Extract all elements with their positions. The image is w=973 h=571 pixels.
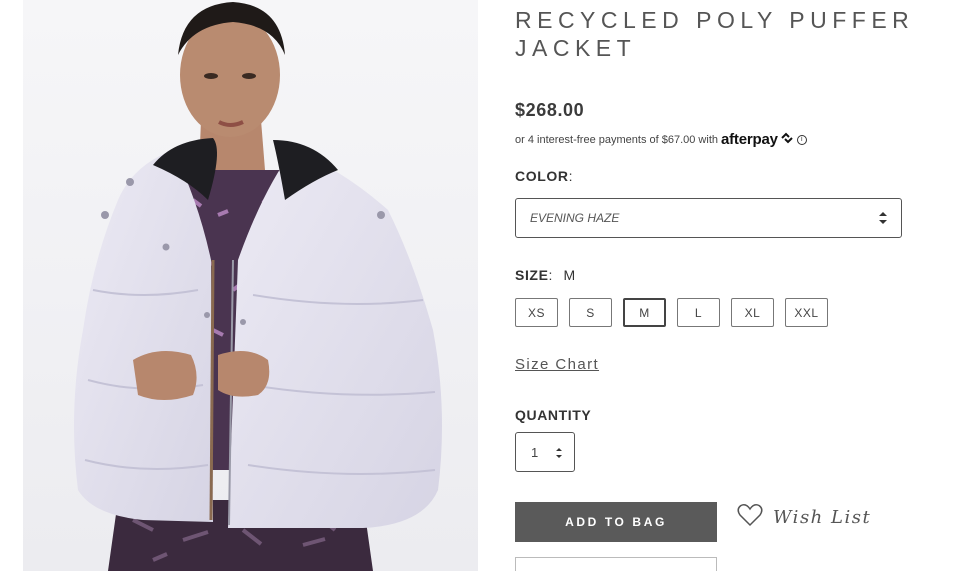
color-label-colon: :	[568, 168, 574, 184]
afterpay-logo: afterpay	[721, 131, 778, 148]
wish-list-button[interactable]: Wish List	[737, 503, 871, 532]
size-options: XS S M L XL XXL	[515, 298, 839, 327]
product-image[interactable]	[23, 0, 478, 571]
color-label: COLOR:	[515, 168, 573, 184]
color-select[interactable]: EVENING HAZE	[515, 198, 902, 238]
secondary-button[interactable]	[515, 557, 717, 571]
add-to-bag-button[interactable]: ADD TO BAG	[515, 502, 717, 542]
wish-list-label: Wish List	[773, 507, 872, 528]
size-option-l[interactable]: L	[677, 298, 720, 327]
size-label: SIZE: M	[515, 267, 576, 283]
quantity-label: QUANTITY	[515, 407, 592, 423]
size-option-xxl[interactable]: XXL	[785, 298, 828, 327]
afterpay-message: or 4 interest-free payments of $67.00 wi…	[515, 131, 807, 148]
select-arrows-icon	[879, 211, 887, 225]
size-option-s[interactable]: S	[569, 298, 612, 327]
product-title: RECYCLED POLY PUFFER JACKET	[515, 7, 915, 61]
afterpay-text: or 4 interest-free payments of $67.00 wi…	[515, 133, 718, 146]
stepper-arrows-icon[interactable]	[555, 446, 563, 460]
afterpay-arrows-icon	[780, 132, 794, 147]
color-label-text: COLOR	[515, 168, 569, 184]
size-chart-link[interactable]: Size Chart	[515, 356, 599, 373]
size-option-m[interactable]: M	[623, 298, 666, 327]
quantity-stepper[interactable]: 1	[515, 432, 575, 472]
info-icon[interactable]: i	[796, 134, 807, 145]
size-option-xs[interactable]: XS	[515, 298, 558, 327]
quantity-value: 1	[531, 444, 539, 460]
color-select-value: EVENING HAZE	[530, 211, 620, 225]
size-label-text: SIZE	[515, 267, 549, 283]
product-price: $268.00	[515, 100, 585, 120]
size-label-colon: :	[548, 267, 554, 283]
heart-icon	[737, 503, 763, 532]
size-option-xl[interactable]: XL	[731, 298, 774, 327]
selected-size: M	[563, 267, 576, 283]
